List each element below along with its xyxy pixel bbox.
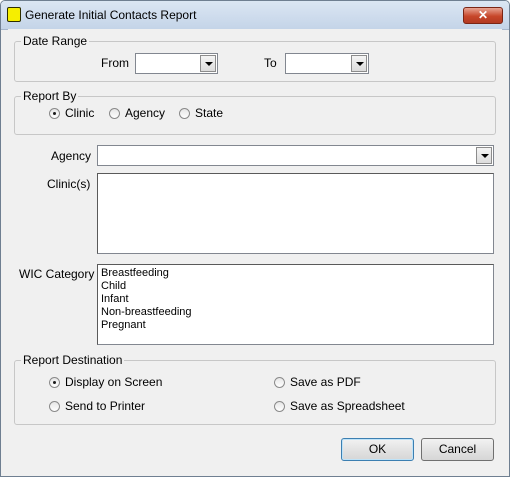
display-on-screen-radio[interactable]: Display on Screen (49, 375, 199, 391)
radio-unchecked-icon (274, 401, 285, 412)
report-by-state-label: State (195, 106, 224, 120)
clinics-label: Clinic(s) (47, 177, 91, 191)
from-date-picker[interactable] (135, 53, 218, 74)
list-item[interactable]: Breastfeeding (98, 267, 493, 280)
date-range-group: Date Range (14, 34, 496, 82)
radio-unchecked-icon (179, 108, 190, 119)
close-button[interactable]: ✕ (463, 7, 503, 24)
send-to-printer-label: Send to Printer (65, 399, 146, 413)
date-range-legend: Date Range (23, 34, 88, 48)
agency-dropdown[interactable] (97, 145, 494, 166)
to-label: To (264, 56, 277, 70)
report-by-agency-radio[interactable]: Agency (109, 106, 169, 122)
wic-category-label: WIC Category (19, 267, 95, 281)
from-dropdown-arrow-icon[interactable] (200, 55, 216, 72)
wic-category-listbox[interactable]: Breastfeeding Child Infant Non-breastfee… (97, 264, 494, 345)
report-by-clinic-radio[interactable]: Clinic (49, 106, 109, 122)
report-by-agency-label: Agency (125, 106, 166, 120)
report-by-legend: Report By (23, 89, 77, 103)
cancel-button[interactable]: Cancel (421, 438, 494, 461)
radio-checked-icon (49, 377, 60, 388)
clinics-listbox[interactable] (97, 173, 494, 254)
to-dropdown-arrow-icon[interactable] (351, 55, 367, 72)
send-to-printer-radio[interactable]: Send to Printer (49, 399, 199, 415)
report-dialog: Generate Initial Contacts Report ✕ Date … (0, 0, 510, 477)
list-item[interactable]: Pregnant (98, 319, 493, 332)
list-item[interactable]: Child (98, 280, 493, 293)
to-date-picker[interactable] (285, 53, 369, 74)
save-as-pdf-radio[interactable]: Save as PDF (274, 375, 424, 391)
agency-dropdown-arrow-icon[interactable] (476, 147, 492, 164)
report-by-clinic-label: Clinic (65, 106, 95, 120)
display-on-screen-label: Display on Screen (65, 375, 163, 389)
agency-label: Agency (51, 149, 92, 163)
save-as-pdf-label: Save as PDF (290, 375, 361, 389)
from-label: From (101, 56, 129, 70)
dialog-content: Date Range From To Report By Clinic Agen… (8, 29, 502, 469)
list-item[interactable]: Non-breastfeeding (98, 306, 493, 319)
app-icon (7, 7, 21, 22)
title-bar: Generate Initial Contacts Report ✕ (1, 1, 509, 30)
save-as-spreadsheet-label: Save as Spreadsheet (290, 399, 405, 413)
report-destination-legend: Report Destination (23, 353, 123, 367)
radio-unchecked-icon (49, 401, 60, 412)
report-by-state-radio[interactable]: State (179, 106, 229, 122)
save-as-spreadsheet-radio[interactable]: Save as Spreadsheet (274, 399, 434, 415)
radio-checked-icon (49, 108, 60, 119)
radio-unchecked-icon (109, 108, 120, 119)
window-title: Generate Initial Contacts Report (25, 8, 197, 22)
ok-button[interactable]: OK (341, 438, 414, 461)
list-item[interactable]: Infant (98, 293, 493, 306)
radio-unchecked-icon (274, 377, 285, 388)
